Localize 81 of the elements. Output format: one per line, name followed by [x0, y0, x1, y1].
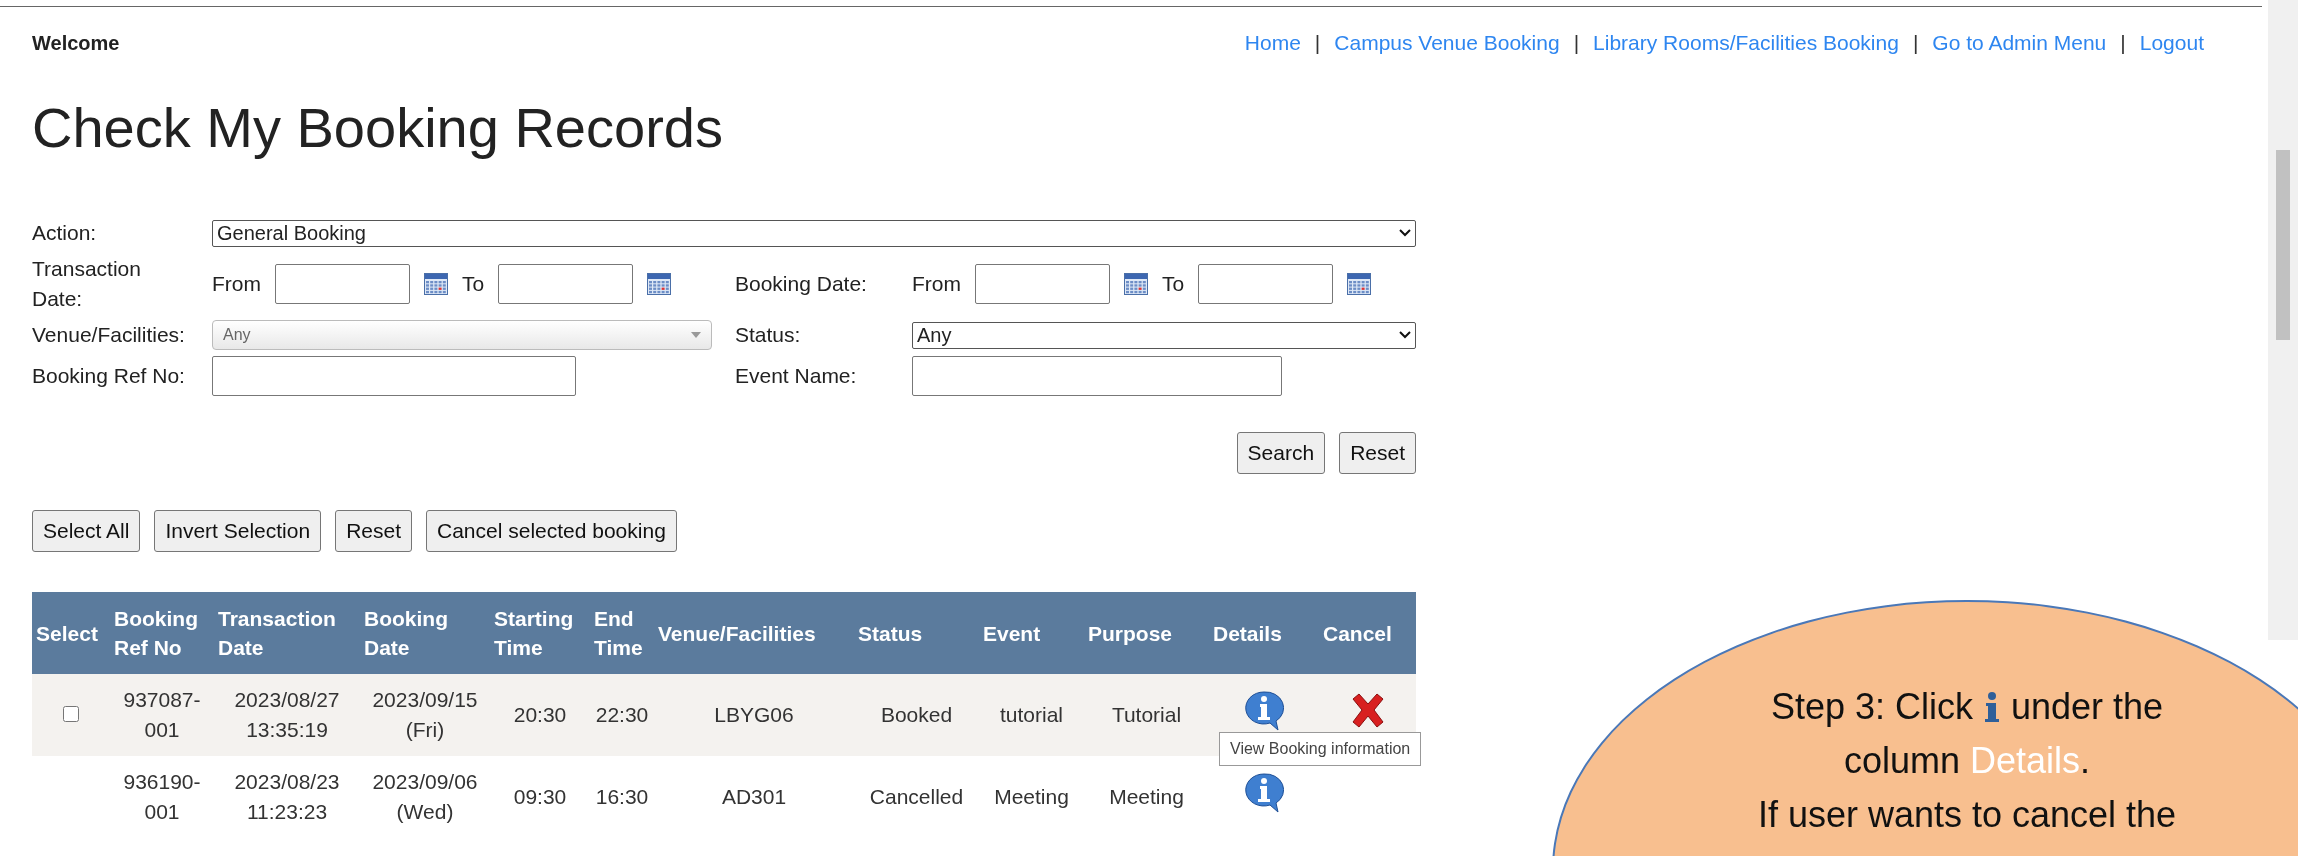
table-cell-text: 09:30: [513, 784, 567, 810]
caret-icon: [1399, 331, 1411, 339]
page-title: Check My Booking Records: [32, 95, 724, 160]
column-header: Details: [1209, 592, 1319, 674]
nav-separator: |: [2120, 31, 2126, 55]
column-header: Starting Time: [490, 592, 590, 674]
field-label: To: [462, 271, 485, 297]
table-cell-text: LBYG06: [714, 702, 794, 728]
field-label: Event Name:: [735, 363, 858, 389]
action-button[interactable]: Reset: [335, 510, 412, 552]
field-label: From: [212, 271, 261, 297]
table-cell-text: Cancelled: [869, 784, 964, 810]
column-header: End Time: [590, 592, 654, 674]
field-label: From: [912, 271, 961, 297]
status-select[interactable]: Any: [912, 321, 1416, 349]
field-label: Booking Date:: [735, 271, 868, 297]
field-label: Transaction Date:: [32, 256, 142, 312]
tooltip: View Booking information: [1219, 732, 1422, 766]
date-input[interactable]: [1198, 264, 1334, 304]
table-cell-text: Meeting: [1109, 784, 1184, 810]
column-header: Booking Ref No: [110, 592, 214, 674]
form-button[interactable]: Search: [1236, 432, 1326, 474]
info-icon[interactable]: [1244, 772, 1284, 814]
table-cell-text: 20:30: [513, 702, 567, 728]
calendar-icon[interactable]: [424, 273, 448, 295]
row-checkbox[interactable]: [63, 706, 79, 722]
field-label: To: [1162, 271, 1185, 297]
table-cell-text: 2023/09/15 (Fri): [371, 687, 479, 743]
info-icon: [1982, 691, 2001, 723]
calendar-icon[interactable]: [1347, 273, 1372, 295]
date-input[interactable]: [275, 264, 410, 304]
table-cell-text: 22:30: [595, 702, 649, 728]
action-select[interactable]: General Booking: [212, 219, 1416, 247]
table-cell-text: Tutorial: [1111, 702, 1182, 728]
field-label: Booking Ref No:: [32, 363, 186, 389]
nav-separator: |: [1912, 31, 1919, 55]
form-button[interactable]: Reset: [1339, 432, 1416, 474]
info-icon[interactable]: [1244, 690, 1284, 732]
table-cell-text: Booked: [880, 702, 953, 728]
field-label: Status:: [735, 322, 802, 348]
column-header: Purpose: [1084, 592, 1209, 674]
calendar-icon[interactable]: [1124, 273, 1148, 295]
calendar-icon[interactable]: [647, 273, 672, 295]
ref-input[interactable]: [212, 356, 576, 396]
nav-link[interactable]: Logout: [2139, 31, 2204, 55]
table-cell-text: 2023/08/27 13:35:19: [233, 687, 341, 743]
action-button[interactable]: Invert Selection: [154, 510, 322, 552]
table-cell-text: AD301: [721, 784, 787, 810]
table-cell-text: 2023/09/06 (Wed): [371, 769, 479, 825]
column-header: Venue/Facilities: [654, 592, 854, 674]
table-cell-text: Meeting: [994, 784, 1069, 810]
column-header: Select: [32, 592, 110, 674]
column-header: Cancel: [1319, 592, 1416, 674]
column-header: Event: [979, 592, 1084, 674]
scrollbar[interactable]: [2268, 0, 2298, 640]
nav-link[interactable]: Go to Admin Menu: [1932, 31, 2107, 55]
action-button[interactable]: Select All: [32, 510, 141, 552]
nav-link[interactable]: Campus Venue Booking: [1334, 31, 1560, 55]
caret-icon: [691, 332, 701, 338]
welcome-text: Welcome: [32, 31, 120, 55]
column-header: Booking Date: [360, 592, 490, 674]
table-cell-text: 16:30: [595, 784, 649, 810]
table-cell-text: 936190-001: [122, 769, 202, 825]
callout-text: Step 3: Click under the column Details. If user wants to cancel the: [1756, 685, 2178, 837]
table-cell-text: 2023/08/23 11:23:23: [233, 769, 341, 825]
field-label: Action:: [32, 220, 98, 246]
table-cell-text: tutorial: [1000, 702, 1063, 728]
venue-select[interactable]: Any: [212, 320, 712, 350]
nav-link[interactable]: Library Rooms/Facilities Booking: [1593, 31, 1899, 55]
nav-link[interactable]: Home: [1244, 31, 1301, 55]
action-button[interactable]: Cancel selected booking: [426, 510, 677, 552]
date-input[interactable]: [498, 264, 634, 304]
field-label: Venue/Facilities:: [32, 322, 186, 348]
column-header: Transaction Date: [214, 592, 360, 674]
nav-separator: |: [1573, 31, 1580, 55]
column-header: Status: [854, 592, 979, 674]
date-input[interactable]: [975, 264, 1110, 304]
table-cell-text: 937087-001: [122, 687, 202, 743]
event-input[interactable]: [912, 356, 1282, 396]
caret-icon: [1399, 229, 1411, 237]
nav-separator: |: [1314, 31, 1321, 55]
